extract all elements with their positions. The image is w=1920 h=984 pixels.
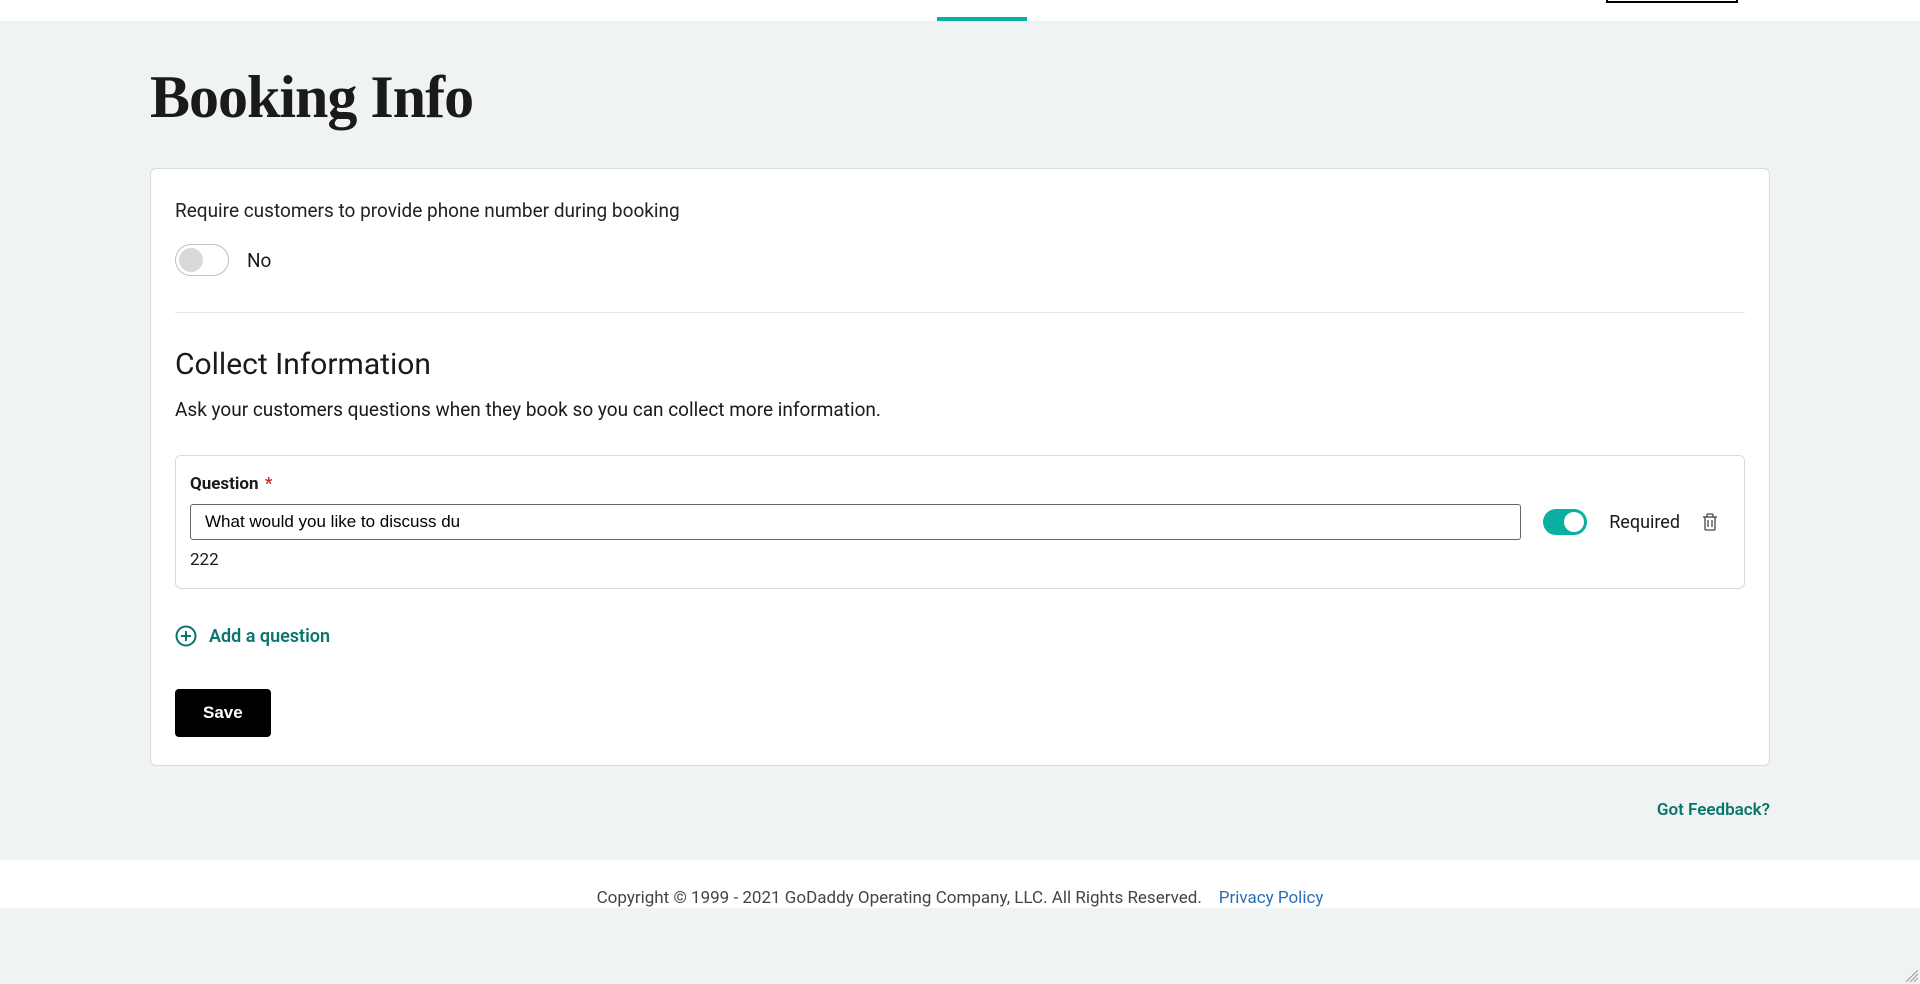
required-label: Required <box>1609 512 1680 533</box>
collect-title: Collect Information <box>175 347 1745 382</box>
toggle-knob <box>1564 512 1584 532</box>
question-label: Question * <box>190 474 1730 494</box>
trash-icon[interactable] <box>1702 513 1718 531</box>
collect-description: Ask your customers questions when they b… <box>175 398 1745 421</box>
copyright-text: Copyright © 1999 - 2021 GoDaddy Operatin… <box>597 888 1202 908</box>
question-input[interactable] <box>190 504 1521 540</box>
save-button[interactable]: Save <box>175 689 271 737</box>
phone-section: Require customers to provide phone numbe… <box>175 199 1745 313</box>
required-toggle[interactable] <box>1543 509 1587 535</box>
toggle-knob <box>179 248 203 272</box>
top-bar <box>0 0 1920 21</box>
require-phone-toggle[interactable] <box>175 244 229 276</box>
privacy-link[interactable]: Privacy Policy <box>1219 888 1324 908</box>
question-label-text: Question <box>190 474 259 494</box>
page-title: Booking Info <box>150 63 1770 132</box>
add-question-label: Add a question <box>209 626 330 647</box>
footer: Copyright © 1999 - 2021 GoDaddy Operatin… <box>0 860 1920 908</box>
required-asterisk: * <box>265 474 273 494</box>
active-tab-indicator <box>937 17 1027 21</box>
booking-card: Require customers to provide phone numbe… <box>150 168 1770 766</box>
toggle-state-label: No <box>247 249 271 272</box>
top-right-framed-element <box>1606 0 1738 3</box>
require-phone-label: Require customers to provide phone numbe… <box>175 199 1745 222</box>
collect-section: Collect Information Ask your customers q… <box>175 313 1745 737</box>
feedback-link[interactable]: Got Feedback? <box>150 800 1770 820</box>
resize-handle-icon <box>1906 970 1918 982</box>
plus-circle-icon <box>175 625 197 647</box>
char-count: 222 <box>190 550 1730 570</box>
question-card: Question * Required <box>175 455 1745 589</box>
add-question-button[interactable]: Add a question <box>175 625 330 647</box>
